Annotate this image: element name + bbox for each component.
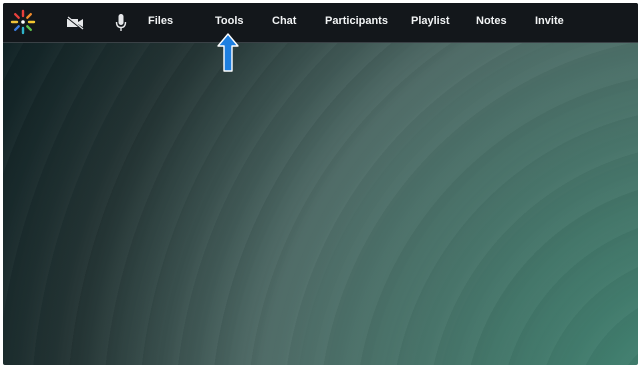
nav-playlist[interactable]: Playlist [411, 15, 450, 27]
nav-tools[interactable]: Tools [215, 15, 244, 27]
top-toolbar: Files Tools Chat Participants Playlist N… [3, 3, 638, 43]
nav-notes[interactable]: Notes [476, 15, 507, 27]
nav-files[interactable]: Files [148, 15, 173, 27]
spark-logo-icon[interactable] [9, 8, 37, 36]
app-window: Files Tools Chat Participants Playlist N… [3, 3, 638, 365]
nav-invite[interactable]: Invite [535, 15, 564, 27]
microphone-icon[interactable] [110, 12, 132, 34]
up-arrow-icon [217, 33, 239, 72]
video-off-icon[interactable] [64, 12, 86, 34]
nav-participants[interactable]: Participants [325, 15, 388, 27]
stage-background [3, 3, 638, 365]
nav-chat[interactable]: Chat [272, 15, 296, 27]
